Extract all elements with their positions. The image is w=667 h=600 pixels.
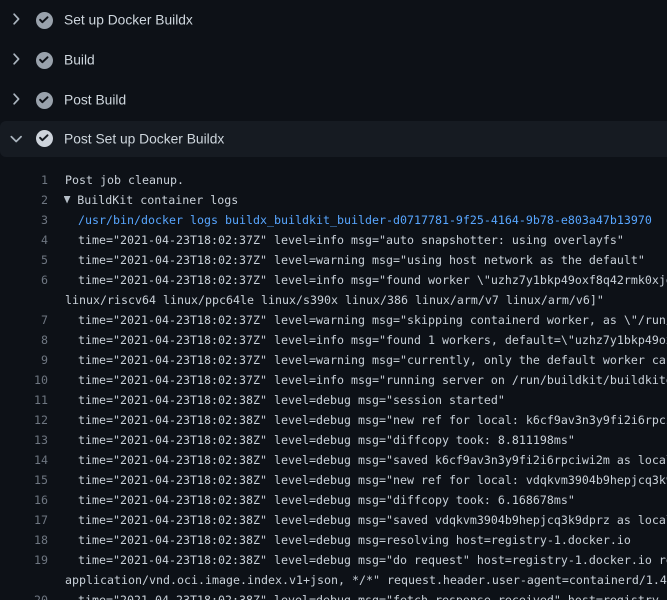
- log-text: time="2021-04-23T18:02:37Z" level=info m…: [65, 270, 667, 290]
- line-number[interactable]: 19: [0, 550, 48, 570]
- log-line: 14 time="2021-04-23T18:02:38Z" level=debu…: [0, 450, 667, 470]
- log-line: 17 time="2021-04-23T18:02:38Z" level=debu…: [0, 510, 667, 530]
- log-view: 1 Post job cleanup. 2 BuildKit container lo…: [0, 170, 667, 600]
- log-text: time="2021-04-23T18:02:37Z" level=warnin…: [65, 310, 667, 330]
- log-line: 7 time="2021-04-23T18:02:37Z" level=warni…: [0, 310, 667, 330]
- log-line: 18 time="2021-04-23T18:02:38Z" level=debu…: [0, 530, 667, 550]
- log-text: time="2021-04-23T18:02:37Z" level=warnin…: [65, 350, 667, 370]
- log-line: 19 time="2021-04-23T18:02:38Z" level=debu…: [0, 550, 667, 570]
- log-text: time="2021-04-23T18:02:38Z" level=debug …: [65, 390, 505, 410]
- line-number[interactable]: 20: [0, 590, 48, 600]
- log-line: 5 time="2021-04-23T18:02:37Z" level=warni…: [0, 250, 667, 270]
- log-line: 6 time="2021-04-23T18:02:37Z" level=info …: [0, 270, 667, 290]
- step-header-set-up-docker-buildx[interactable]: Set up Docker Buildx: [0, 0, 667, 40]
- log-text: time="2021-04-23T18:02:37Z" level=warnin…: [65, 250, 645, 270]
- log-line-continuation: linux/riscv64 linux/ppc64le linux/s390x …: [0, 290, 667, 310]
- log-line: 3/usr/bin/docker logs buildx_buildkit_bu…: [0, 210, 667, 230]
- check-circle-icon: [36, 12, 53, 29]
- line-number[interactable]: 11: [0, 390, 48, 410]
- steps-list: Set up Docker Buildx Build Post Build Po…: [0, 0, 667, 157]
- line-number[interactable]: 18: [0, 530, 48, 550]
- line-number[interactable]: 2: [0, 190, 48, 210]
- check-circle-icon: [36, 52, 53, 69]
- line-number[interactable]: 9: [0, 350, 48, 370]
- step-label: Post Build: [64, 93, 126, 108]
- log-text: linux/riscv64 linux/ppc64le linux/s390x …: [65, 290, 604, 310]
- log-text: Post job cleanup.: [65, 170, 184, 190]
- log-line-continuation: application/vnd.oci.image.index.v1+json,…: [0, 570, 667, 590]
- log-text: time="2021-04-23T18:02:38Z" level=debug …: [65, 410, 667, 430]
- chevron-right-icon: [8, 51, 24, 67]
- line-number[interactable]: 10: [0, 370, 48, 390]
- check-circle-icon: [36, 92, 53, 109]
- step-header-build[interactable]: Build: [0, 40, 667, 80]
- log-line: 2 BuildKit container logs: [0, 190, 667, 210]
- step-header-post-set-up-docker-buildx[interactable]: Post Set up Docker Buildx: [0, 121, 667, 157]
- step-label: Set up Docker Buildx: [64, 13, 193, 28]
- chevron-right-icon: [8, 11, 24, 27]
- log-line: 10 time="2021-04-23T18:02:37Z" level=info…: [0, 370, 667, 390]
- line-number[interactable]: 13: [0, 430, 48, 450]
- log-text: time="2021-04-23T18:02:37Z" level=info m…: [65, 230, 624, 250]
- log-text: time="2021-04-23T18:02:38Z" level=debug …: [65, 450, 667, 470]
- log-text: time="2021-04-23T18:02:37Z" level=info m…: [65, 330, 667, 350]
- log-text: time="2021-04-23T18:02:38Z" level=debug …: [65, 530, 631, 550]
- check-circle-icon: [36, 130, 53, 147]
- log-text: time="2021-04-23T18:02:38Z" level=debug …: [65, 510, 667, 530]
- log-text: time="2021-04-23T18:02:38Z" level=debug …: [65, 490, 575, 510]
- line-number[interactable]: 1: [0, 170, 48, 190]
- log-text: BuildKit container logs: [65, 190, 238, 210]
- log-line: 13 time="2021-04-23T18:02:38Z" level=debu…: [0, 430, 667, 450]
- line-number[interactable]: 4: [0, 230, 48, 250]
- log-line: 8 time="2021-04-23T18:02:37Z" level=info …: [0, 330, 667, 350]
- line-number[interactable]: 12: [0, 410, 48, 430]
- line-number[interactable]: 17: [0, 510, 48, 530]
- step-label: Build: [64, 53, 95, 68]
- log-command-text: /usr/bin/docker logs buildx_buildkit_bui…: [65, 210, 652, 230]
- chevron-right-icon: [8, 91, 24, 107]
- group-caret-icon[interactable]: [64, 196, 71, 204]
- log-text: time="2021-04-23T18:02:37Z" level=info m…: [65, 370, 667, 390]
- line-number[interactable]: 7: [0, 310, 48, 330]
- step-label: Post Set up Docker Buildx: [64, 131, 224, 146]
- log-text: application/vnd.oci.image.index.v1+json,…: [65, 570, 667, 590]
- line-number[interactable]: 3: [0, 210, 48, 230]
- log-text: time="2021-04-23T18:02:38Z" level=debug …: [65, 550, 667, 570]
- log-line: 12 time="2021-04-23T18:02:38Z" level=debu…: [0, 410, 667, 430]
- line-number[interactable]: 16: [0, 490, 48, 510]
- log-line: 11 time="2021-04-23T18:02:38Z" level=debu…: [0, 390, 667, 410]
- line-number[interactable]: 15: [0, 470, 48, 490]
- chevron-down-icon: [8, 131, 24, 147]
- log-line: 15 time="2021-04-23T18:02:38Z" level=debu…: [0, 470, 667, 490]
- line-number[interactable]: 5: [0, 250, 48, 270]
- log-line: 1 Post job cleanup.: [0, 170, 667, 190]
- log-line: 4 time="2021-04-23T18:02:37Z" level=info …: [0, 230, 667, 250]
- step-header-post-build[interactable]: Post Build: [0, 80, 667, 120]
- log-line: 9 time="2021-04-23T18:02:37Z" level=warni…: [0, 350, 667, 370]
- log-text: time="2021-04-23T18:02:38Z" level=debug …: [65, 470, 667, 490]
- log-text: time="2021-04-23T18:02:38Z" level=debug …: [65, 590, 667, 600]
- log-text: time="2021-04-23T18:02:38Z" level=debug …: [65, 430, 575, 450]
- log-line: 16 time="2021-04-23T18:02:38Z" level=debu…: [0, 490, 667, 510]
- line-number[interactable]: 14: [0, 450, 48, 470]
- log-line: 20 time="2021-04-23T18:02:38Z" level=debu…: [0, 590, 667, 600]
- line-number[interactable]: 8: [0, 330, 48, 350]
- line-number[interactable]: 6: [0, 270, 48, 290]
